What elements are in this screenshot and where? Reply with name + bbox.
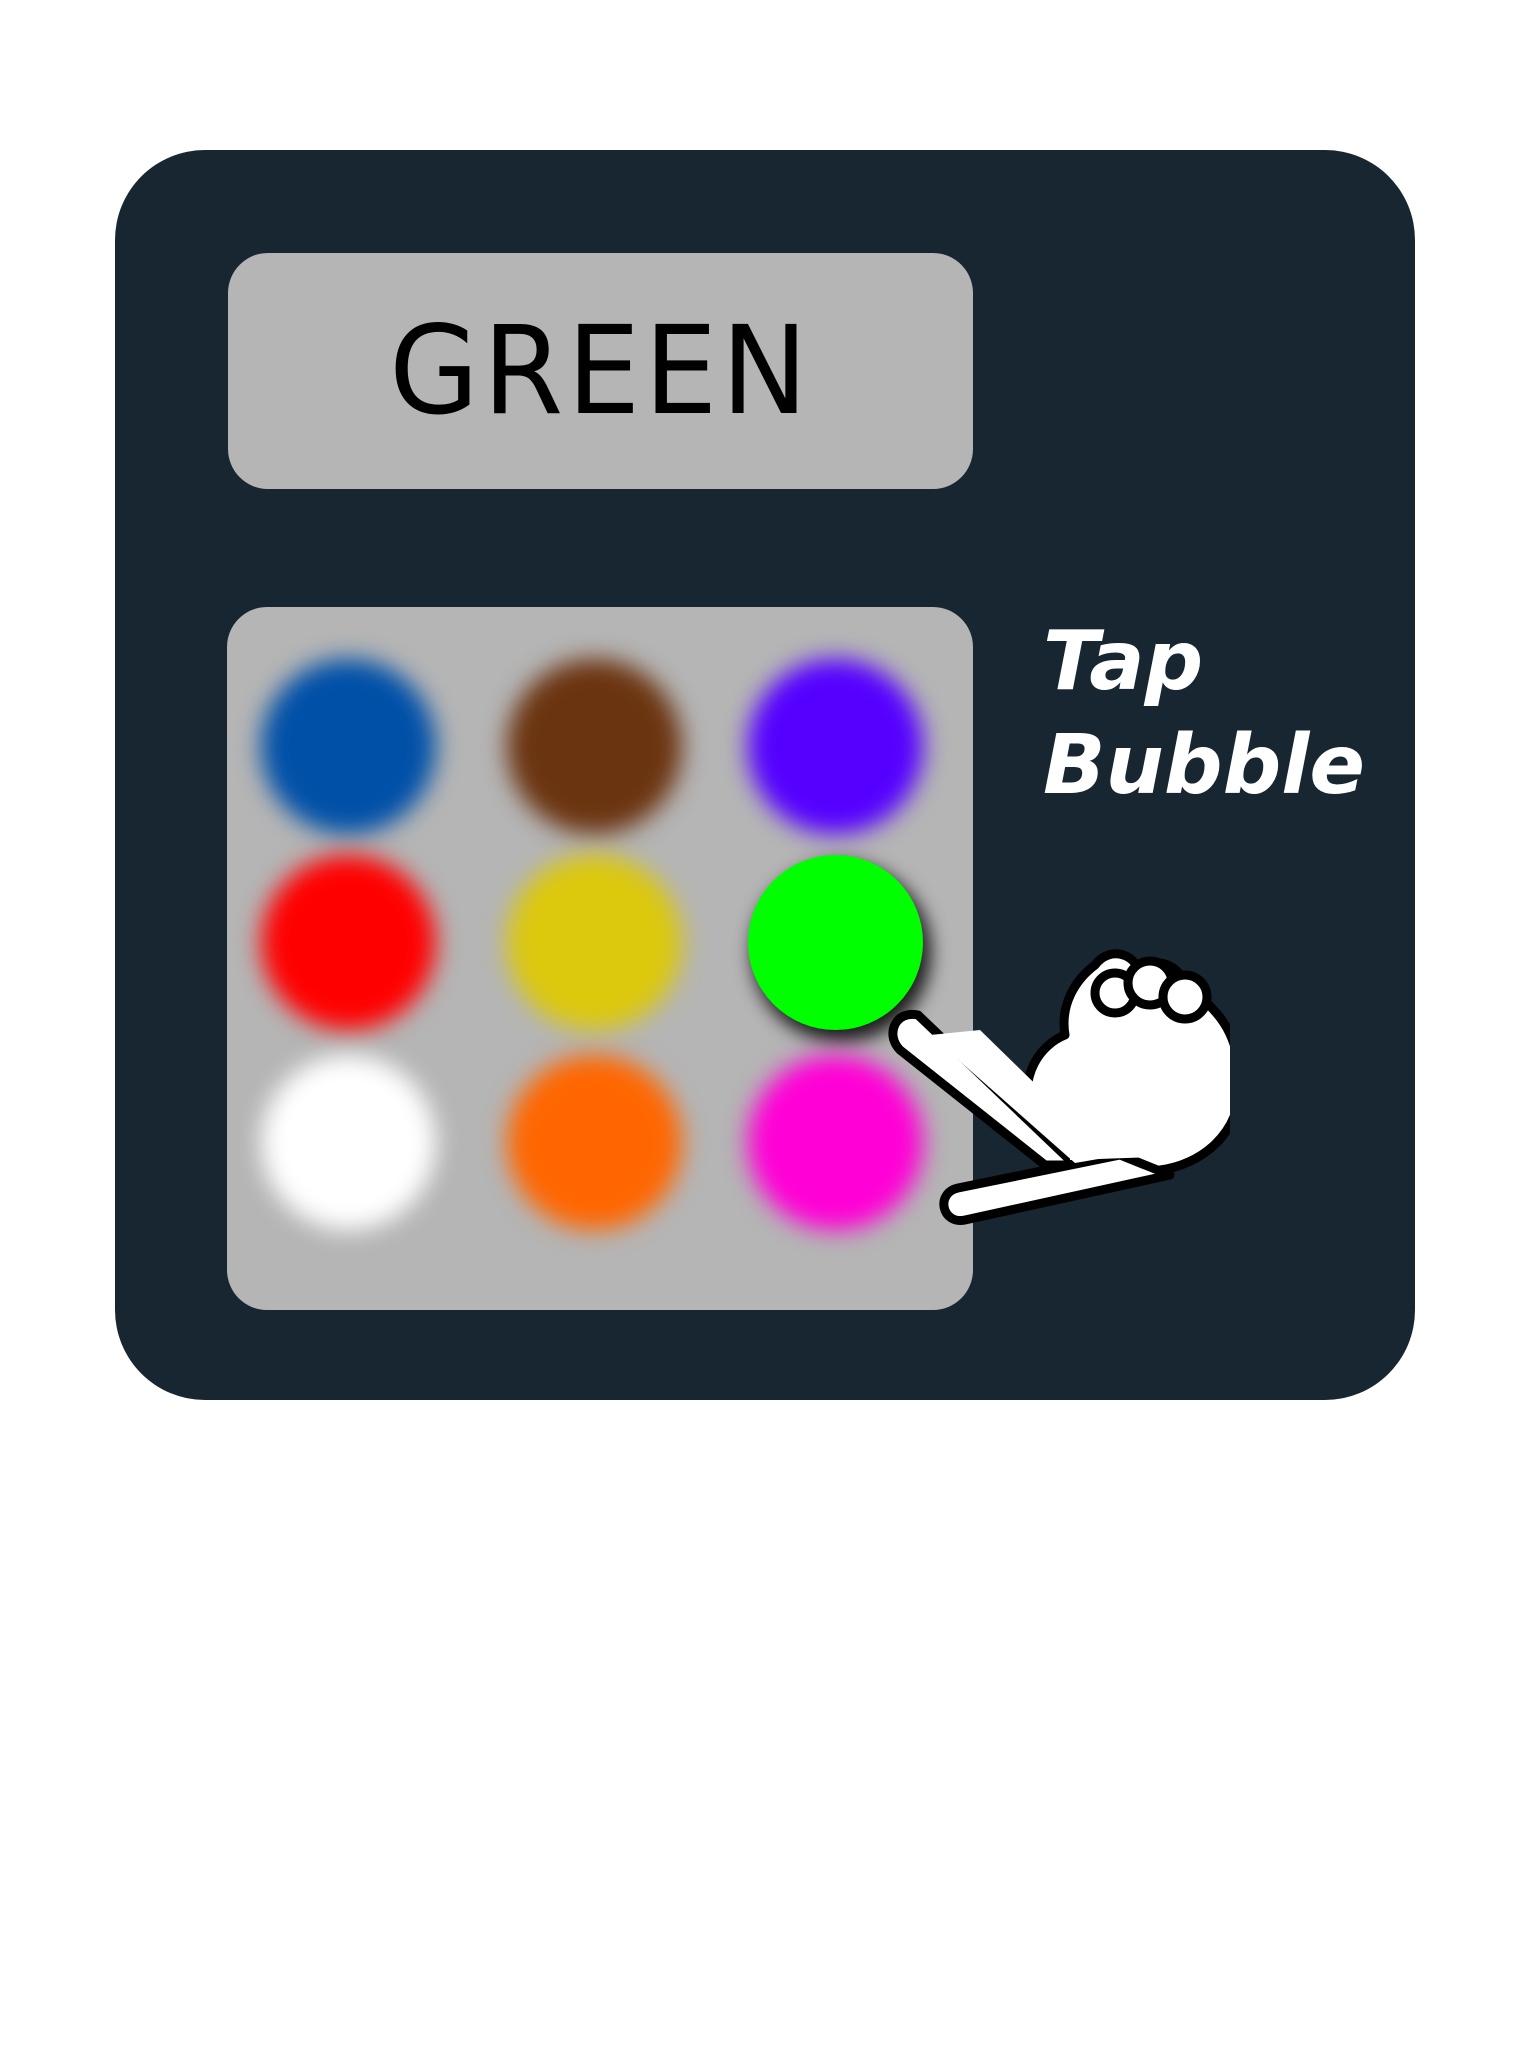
bubble-blue[interactable] [261, 659, 436, 834]
tap-bubble-hint: Tap Bubble [1043, 610, 1383, 818]
bubble-orange[interactable] [507, 1055, 682, 1230]
bubble-white[interactable] [261, 1055, 436, 1230]
bubble-brown[interactable] [507, 659, 682, 834]
hint-line-2: Bubble [1043, 718, 1365, 813]
bubble-yellow[interactable] [507, 855, 682, 1030]
hint-line-1: Tap [1043, 614, 1204, 709]
bubble-grid [227, 607, 973, 1310]
target-word-box: GREEN [228, 253, 973, 489]
pointing-hand-icon [888, 949, 1230, 1225]
bubble-purple[interactable] [748, 659, 923, 834]
bubble-red[interactable] [261, 855, 436, 1030]
target-word: GREEN [389, 300, 812, 442]
